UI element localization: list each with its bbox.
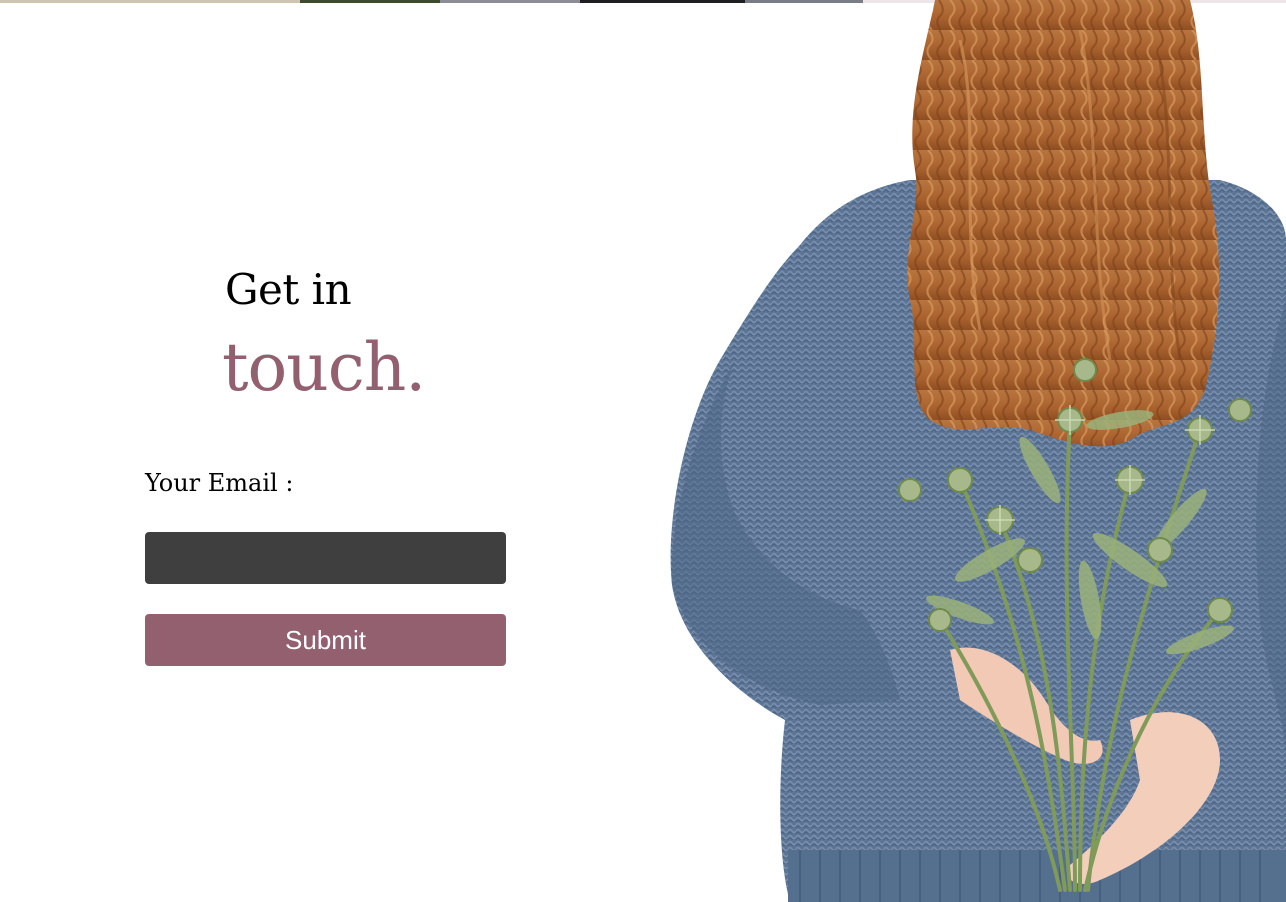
email-label: Your Email :: [145, 469, 294, 497]
heading-get-in: Get in: [225, 265, 352, 314]
heading-touch: touch.: [222, 329, 426, 406]
email-input[interactable]: [145, 532, 506, 584]
woman-holding-thistle-bouquet-photo: [660, 0, 1286, 902]
submit-button[interactable]: Submit: [145, 614, 506, 666]
